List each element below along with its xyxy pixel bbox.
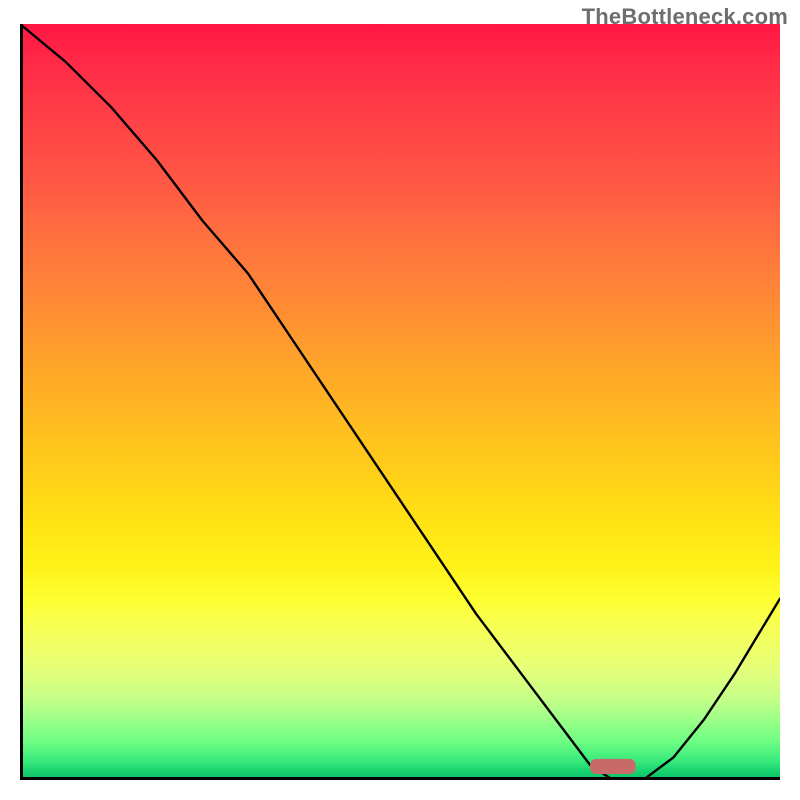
bottleneck-curve (20, 24, 780, 780)
optimal-marker (590, 759, 636, 774)
chart-container: TheBottleneck.com (0, 0, 800, 800)
chart-overlay-svg (20, 24, 780, 780)
watermark-text: TheBottleneck.com (582, 4, 788, 30)
plot-area (20, 24, 780, 780)
